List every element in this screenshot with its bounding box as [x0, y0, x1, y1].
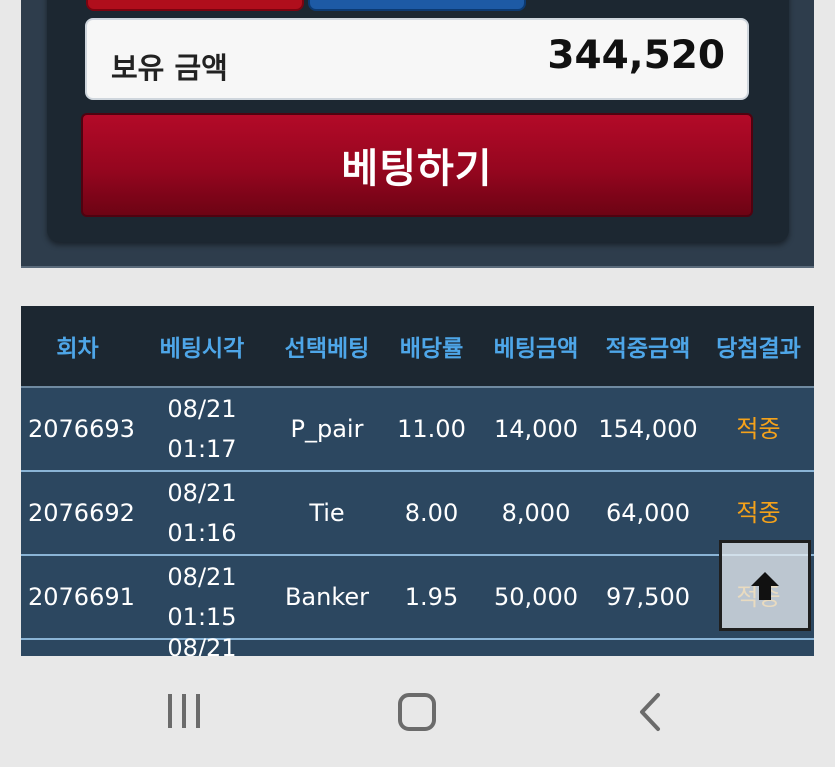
table-row: 2076692 08/21 01:16 Tie 8.00 8,000 64,00…	[21, 472, 814, 556]
header-pick: 선택베팅	[284, 336, 370, 362]
cell-bet-time: 08/21 01:15	[134, 557, 270, 637]
cell-win-amount: 64,000	[606, 499, 690, 527]
table-header: 회차 베팅시각 선택베팅 배당률 베팅금액 적중금액 당첨결과	[21, 306, 814, 388]
header-win-amount: 적중금액	[605, 336, 691, 362]
balance-box: 보유 금액 344,520	[85, 18, 749, 100]
cell-result: 적중	[736, 415, 781, 443]
header-bet-amount: 베팅금액	[493, 336, 579, 362]
cell-bet-amount: 50,000	[494, 583, 578, 611]
bet-panel: 보유 금액 344,520 베팅하기	[21, 0, 814, 268]
cell-win-amount: 97,500	[606, 583, 690, 611]
cell-round: 2076692	[28, 499, 135, 527]
cell-date: 08/21	[167, 563, 237, 591]
cell-result: 적중	[736, 499, 781, 527]
system-nav-bar	[0, 656, 835, 767]
balance-value: 344,520	[547, 32, 725, 78]
header-result: 당첨결과	[716, 336, 801, 362]
header-bet-time: 베팅시각	[159, 336, 245, 362]
recent-apps-icon	[168, 694, 200, 728]
cell-pick: Tie	[309, 499, 345, 527]
banker-bet-button[interactable]	[308, 0, 526, 11]
bet-panel-inner: 보유 금액 344,520 베팅하기	[47, 0, 789, 242]
header-odds: 배당률	[399, 336, 464, 362]
balance-label: 보유 금액	[111, 51, 228, 85]
player-bet-button[interactable]	[86, 0, 304, 11]
cell-date: 08/21	[167, 395, 237, 423]
header-round: 회차	[56, 336, 99, 362]
cell-bet-amount: 8,000	[501, 499, 571, 527]
nav-recents-button[interactable]	[166, 692, 202, 734]
table-row: 08/21	[21, 634, 814, 656]
nav-back-button[interactable]	[636, 692, 664, 736]
cell-round: 2076691	[28, 583, 135, 611]
cell-odds: 8.00	[404, 499, 459, 527]
scroll-to-top-button[interactable]	[719, 540, 811, 631]
cell-pick: Banker	[284, 583, 370, 611]
cell-bet-time: 08/21 01:17	[134, 389, 270, 469]
cell-win-amount: 154,000	[598, 415, 698, 443]
cell-odds: 11.00	[397, 415, 466, 443]
cell-odds: 1.95	[404, 583, 459, 611]
home-icon	[398, 693, 436, 731]
cell-bet-amount: 14,000	[494, 415, 578, 443]
bet-history-table: 회차 베팅시각 선택베팅 배당률 베팅금액 적중금액 당첨결과 2076693 …	[21, 306, 814, 656]
place-bet-button[interactable]: 베팅하기	[81, 113, 753, 217]
screen: 보유 금액 344,520 베팅하기 회차 베팅시각 선택베팅 배당률 베팅금액…	[0, 0, 835, 767]
table-row: 2076693 08/21 01:17 P_pair 11.00 14,000 …	[21, 388, 814, 472]
cell-time: 01:16	[167, 519, 237, 547]
cell-date: 08/21	[167, 634, 237, 656]
back-icon	[640, 693, 660, 731]
cell-bet-time: 08/21	[134, 628, 270, 656]
cell-date: 08/21	[167, 479, 237, 507]
cell-time: 01:17	[167, 435, 237, 463]
nav-home-button[interactable]	[397, 692, 437, 736]
cell-round: 2076693	[28, 415, 135, 443]
cell-bet-time: 08/21 01:16	[134, 473, 270, 553]
arrow-up-icon	[751, 571, 779, 600]
cell-pick: P_pair	[290, 415, 364, 443]
